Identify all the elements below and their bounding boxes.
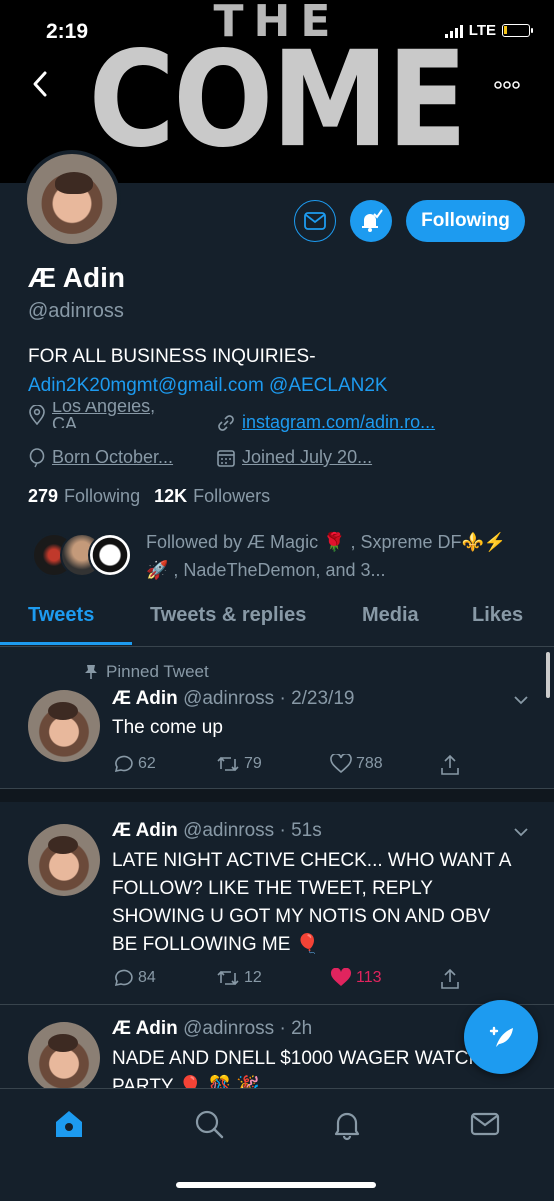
share-button[interactable] [440,754,460,776]
home-icon[interactable] [52,1107,86,1141]
retweet-button[interactable]: 79 [216,754,262,774]
balloon-icon [29,447,45,467]
tweet-meta: @adinross · 2h [183,1018,313,1039]
more-options-button[interactable] [494,70,520,94]
tweet-text: The come up [112,717,223,738]
following-label[interactable]: Following [64,486,140,507]
reply-icon [114,755,133,773]
retweet-button[interactable]: 12 [216,968,262,988]
tweet-avatar[interactable] [28,824,100,896]
tweet-header: Æ Adin @adinross · 2h [112,1018,312,1040]
mail-icon[interactable] [468,1107,502,1141]
followers-count[interactable]: 12K [154,486,187,507]
pinned-divider [0,789,554,802]
search-icon[interactable] [192,1107,226,1141]
birthday-text: Born October... [52,447,174,467]
calendar-icon [217,449,235,467]
retweet-count: 79 [244,755,262,772]
retweet-icon [217,970,239,986]
tweet-text: NADE AND DNELL $1000 WAGER WATCH PARTY 🎈… [112,1048,483,1088]
avatar [88,533,132,577]
tweet-author[interactable]: Æ Adin [112,688,178,709]
following-count[interactable]: 279 [28,486,58,507]
follow-counts: 279 Following 12K Followers [28,486,270,507]
share-icon [441,754,459,775]
bio-links[interactable]: Adin2K20mgmt@gmail.com @AECLAN2K [28,375,388,397]
tab-media[interactable]: Media [362,604,419,627]
tweet-avatar[interactable] [28,690,100,762]
tweet-author[interactable]: Æ Adin [112,820,178,841]
location-pin-icon [29,405,45,425]
tweet-item[interactable]: Æ Adin @adinross · 51s LATE NIGHT ACTIVE… [0,802,554,1005]
bell-icon[interactable] [330,1107,364,1141]
mail-icon [304,212,326,230]
profile-avatar[interactable] [23,150,121,248]
back-button[interactable] [30,68,64,108]
joined-text: Joined July 20... [242,447,373,467]
tab-tweets-replies[interactable]: Tweets & replies [150,604,306,627]
like-count: 113 [356,969,382,986]
reply-button[interactable]: 62 [112,754,156,774]
network-label: LTE [468,22,496,39]
status-indicators: LTE [444,22,533,39]
compose-tweet-button[interactable] [464,1000,538,1074]
notifications-button[interactable] [350,200,392,242]
location-text: Los Angeles, CA [52,402,156,428]
tab-likes[interactable]: Likes [472,604,523,627]
profile-website[interactable]: instagram.com/adin.ro... [216,412,435,433]
like-button-liked[interactable]: 113 [330,968,382,988]
profile-birthday: Born October... [28,447,173,468]
like-count: 788 [356,755,383,772]
signal-icon [444,24,463,38]
battery-icon [502,24,533,37]
profile-name: Æ Adin [28,262,125,293]
link-icon [218,414,234,431]
like-button[interactable]: 788 [330,754,383,774]
reply-count: 62 [138,755,156,772]
reply-button[interactable]: 84 [112,968,156,988]
followed-by-avatars[interactable] [32,533,132,579]
reply-icon [114,969,133,987]
heart-filled-icon [330,968,352,986]
tweet-meta: @adinross · 2/23/19 [183,688,355,709]
tweet-header: Æ Adin @adinross · 2/23/19 [112,688,354,710]
share-button[interactable] [440,968,460,990]
tweet-meta: @adinross · 51s [183,820,322,841]
tweet-actions: 62 79 788 [112,754,472,778]
website-link[interactable]: instagram.com/adin.ro... [242,412,435,433]
followed-by-text[interactable]: Followed by Æ Magic 🌹 , Sxpreme DF⚜️⚡🚀 ,… [146,528,526,584]
tweet-item[interactable]: Æ Adin @adinross · 2/23/19 The come up 6… [0,646,554,789]
tweet-author[interactable]: Æ Adin [112,1018,178,1039]
reply-count: 84 [138,969,156,986]
chevron-down-icon[interactable] [514,693,528,707]
tab-tweets[interactable]: Tweets [28,604,94,627]
chevron-left-icon [33,71,47,97]
profile-tabs: Tweets Tweets & replies Media Likes [0,598,554,647]
tweet-text: LATE NIGHT ACTIVE CHECK... WHO WANT A FO… [112,850,511,955]
profile-handle: @adinross [28,300,124,322]
retweet-icon [217,756,239,772]
compose-feather-icon [489,1026,513,1047]
profile-location: Los Angeles, CA [28,402,170,428]
retweet-count: 12 [244,969,262,986]
message-button[interactable] [294,200,336,242]
bell-check-icon [362,209,383,232]
following-button[interactable]: Following [406,200,525,242]
tweet-actions: 84 12 113 [112,968,472,992]
profile-joined: Joined July 20... [216,447,372,468]
status-time: 2:19 [46,20,89,43]
bio-line: FOR ALL BUSINESS INQUIRIES- [28,346,316,367]
share-icon [441,968,459,989]
chevron-down-icon[interactable] [514,825,528,839]
followers-label[interactable]: Followers [193,486,270,507]
more-icon [494,81,520,89]
tweet-avatar[interactable] [28,1022,100,1088]
active-tab-indicator [0,642,132,645]
heart-icon [330,754,352,774]
home-indicator [176,1182,376,1188]
tweet-header: Æ Adin @adinross · 51s [112,820,322,842]
